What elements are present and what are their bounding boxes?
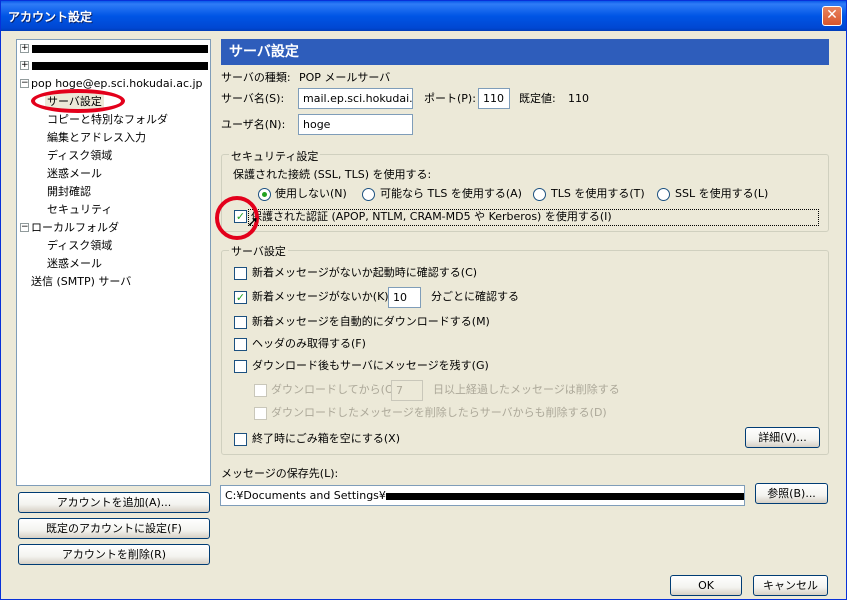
tree-smtp-server[interactable]: 送信 (SMTP) サーバ — [31, 273, 131, 290]
delete-after-days-suffix: 日以上経過したメッセージは削除する — [433, 383, 620, 396]
cancel-button[interactable]: キャンセル — [753, 575, 828, 596]
storage-path-input[interactable]: C:¥Documents and Settings¥ — [220, 485, 745, 506]
radio-none[interactable] — [258, 188, 271, 201]
title-bar[interactable]: アカウント設定 ✕ — [1, 1, 846, 31]
leave-on-server-label[interactable]: ダウンロード後もサーバにメッセージを残す(G) — [252, 359, 489, 373]
red-highlight-circle — [31, 89, 125, 113]
tree-item-security[interactable]: セキュリティ — [47, 201, 112, 218]
tree-local-disk-space[interactable]: ディスク領域 — [47, 237, 112, 254]
empty-trash-label[interactable]: 終了時にごみ箱を空にする(X) — [252, 432, 400, 446]
tree-item-receipts[interactable]: 開封確認 — [47, 183, 91, 200]
radio-selected-dot — [262, 192, 267, 197]
remove-account-button[interactable]: アカウントを削除(R) — [18, 544, 210, 565]
headers-only-label[interactable]: ヘッダのみ取得する(F) — [252, 337, 366, 351]
user-name-input[interactable]: hoge — [298, 114, 413, 135]
delete-after-days-input[interactable]: 7 — [391, 380, 423, 401]
account-settings-window: アカウント設定 ✕ + + − pop hoge@ep.sci.hokudai.… — [0, 0, 847, 600]
tree-item-composition[interactable]: 編集とアドレス入力 — [47, 129, 146, 146]
headers-only-checkbox[interactable] — [234, 338, 247, 351]
storage-path-text: C:¥Documents and Settings¥ — [225, 489, 386, 502]
check-interval-input[interactable]: 10 — [388, 287, 421, 308]
collapse-icon[interactable]: − — [20, 79, 29, 88]
check-every-label[interactable]: 新着メッセージがないか(K) — [252, 290, 389, 304]
mouse-cursor-icon: ➚ — [247, 214, 259, 230]
set-default-button[interactable]: 既定のアカウントに設定(F) — [18, 518, 210, 539]
check-interval-suffix: 分ごとに確認する — [431, 290, 519, 303]
empty-trash-checkbox[interactable] — [234, 433, 247, 446]
redacted-path — [385, 492, 744, 500]
collapse-icon[interactable]: − — [20, 223, 29, 232]
delete-sync-checkbox[interactable] — [254, 407, 267, 420]
storage-label: メッセージの保存先(L): — [221, 467, 339, 480]
server-type-label: サーバの種類: — [221, 71, 291, 84]
port-label: ポート(P): — [424, 92, 476, 105]
check-every-checkbox[interactable]: ✓ — [234, 291, 247, 304]
delete-after-days-label[interactable]: ダウンロードしてから(O) — [271, 383, 398, 397]
server-type-value: POP メールサーバ — [299, 71, 391, 84]
secure-connection-label: 保護された接続 (SSL, TLS) を使用する: — [233, 168, 432, 181]
auto-download-checkbox[interactable] — [234, 316, 247, 329]
server-name-input[interactable]: mail.ep.sci.hokudai.ac. — [298, 88, 413, 109]
tree-local-junk[interactable]: 迷惑メール — [47, 255, 102, 272]
tree-local-folders[interactable]: ローカルフォルダ — [31, 219, 119, 236]
server-settings-legend: サーバ設定 — [229, 243, 288, 259]
default-port-label: 既定値: — [519, 92, 556, 105]
redacted-account-2[interactable] — [32, 62, 208, 70]
server-name-label: サーバ名(S): — [221, 92, 285, 105]
check-startup-label[interactable]: 新着メッセージがないか起動時に確認する(C) — [252, 266, 477, 280]
radio-tls-label[interactable]: TLS を使用する(T) — [551, 187, 645, 201]
radio-tls[interactable] — [533, 188, 546, 201]
tree-item-copies-folders[interactable]: コピーと特別なフォルダ — [47, 111, 168, 128]
browse-button[interactable]: 参照(B)... — [755, 483, 828, 504]
advanced-button[interactable]: 詳細(V)... — [745, 427, 820, 448]
tree-item-disk-space[interactable]: ディスク領域 — [47, 147, 112, 164]
default-port-value: 110 — [568, 92, 589, 105]
leave-on-server-checkbox[interactable] — [234, 360, 247, 373]
page-title: サーバ設定 — [221, 39, 829, 65]
window-title: アカウント設定 — [8, 10, 93, 24]
auto-download-label[interactable]: 新着メッセージを自動的にダウンロードする(M) — [252, 315, 490, 329]
radio-ssl-label[interactable]: SSL を使用する(L) — [675, 187, 768, 201]
radio-tls-if-available[interactable] — [362, 188, 375, 201]
user-name-label: ユーザ名(N): — [221, 118, 286, 131]
radio-none-label[interactable]: 使用しない(N) — [275, 187, 347, 201]
radio-ssl[interactable] — [657, 188, 670, 201]
delete-after-days-checkbox[interactable] — [254, 384, 267, 397]
server-settings-group — [221, 250, 829, 455]
tree-item-junk[interactable]: 迷惑メール — [47, 165, 102, 182]
secure-auth-label[interactable]: 保護された認証 (APOP, NTLM, CRAM-MD5 や Kerberos… — [251, 210, 612, 224]
delete-sync-label[interactable]: ダウンロードしたメッセージを削除したらサーバからも削除する(D) — [271, 406, 607, 420]
check-startup-checkbox[interactable] — [234, 267, 247, 280]
expand-icon[interactable]: + — [20, 44, 29, 53]
ok-button[interactable]: OK — [670, 575, 742, 596]
redacted-account-1[interactable] — [32, 45, 208, 53]
port-input[interactable]: 110 — [478, 88, 510, 109]
security-settings-legend: セキュリティ設定 — [229, 148, 321, 164]
add-account-button[interactable]: アカウントを追加(A)... — [18, 492, 210, 513]
expand-icon[interactable]: + — [20, 61, 29, 70]
radio-tls-if-available-label[interactable]: 可能なら TLS を使用する(A) — [380, 187, 522, 201]
close-icon[interactable]: ✕ — [822, 6, 842, 26]
